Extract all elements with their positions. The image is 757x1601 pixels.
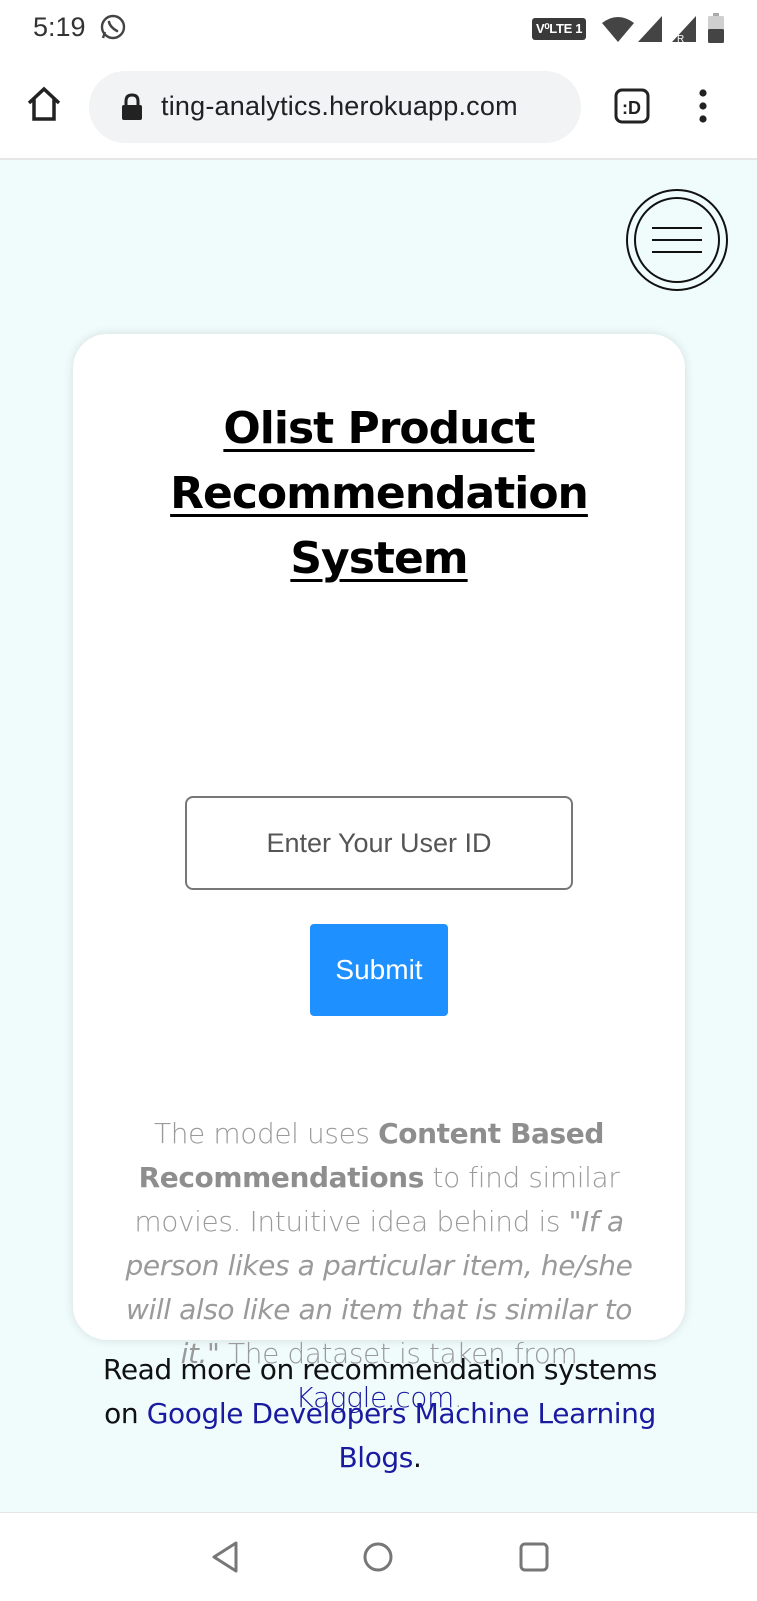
home-icon[interactable] <box>24 84 64 124</box>
back-icon[interactable] <box>208 1539 244 1575</box>
more-vert-icon[interactable] <box>688 88 718 124</box>
menu-bar <box>652 251 702 253</box>
submit-button[interactable]: Submit <box>310 924 448 1016</box>
network-badge: V⁰LTE 1 <box>532 18 587 40</box>
battery-icon <box>708 13 724 43</box>
user-id-input[interactable] <box>185 796 573 890</box>
browser-toolbar: ting-analytics.herokuapp.com :D <box>0 58 757 160</box>
svg-text::D: :D <box>622 98 641 118</box>
whatsapp-icon <box>100 14 126 40</box>
menu-bar <box>652 227 702 229</box>
status-time: 5:19 <box>33 12 86 42</box>
svg-text:R: R <box>677 34 684 44</box>
lock-icon <box>122 93 142 120</box>
recommendation-card: Olist Product Recommendation System Subm… <box>73 334 685 1414</box>
status-bar: 5:19 V⁰LTE 1 R <box>0 0 757 58</box>
wifi-icon <box>602 17 634 42</box>
signal-icon <box>638 16 662 42</box>
system-nav-bar <box>0 1512 757 1601</box>
url-text: ting-analytics.herokuapp.com <box>161 91 518 121</box>
page-title: Olist Product Recommendation System <box>170 403 589 584</box>
home-circle-icon[interactable] <box>360 1539 396 1575</box>
recents-icon[interactable] <box>516 1539 552 1575</box>
page-content: Olist Product Recommendation System Subm… <box>0 160 757 1512</box>
footer-part2: . <box>412 1441 422 1474</box>
hamburger-menu-icon[interactable] <box>626 189 728 291</box>
signal-roaming-icon: R <box>672 16 696 44</box>
menu-bar <box>652 239 702 241</box>
description-part1: The model uses <box>153 1117 379 1150</box>
footer-note: Read more on recommendation systems on G… <box>90 1348 670 1480</box>
address-bar[interactable]: ting-analytics.herokuapp.com <box>89 71 581 143</box>
extension-icon[interactable]: :D <box>614 88 650 124</box>
google-developers-link[interactable]: Google Developers Machine Learning Blogs <box>147 1397 657 1474</box>
